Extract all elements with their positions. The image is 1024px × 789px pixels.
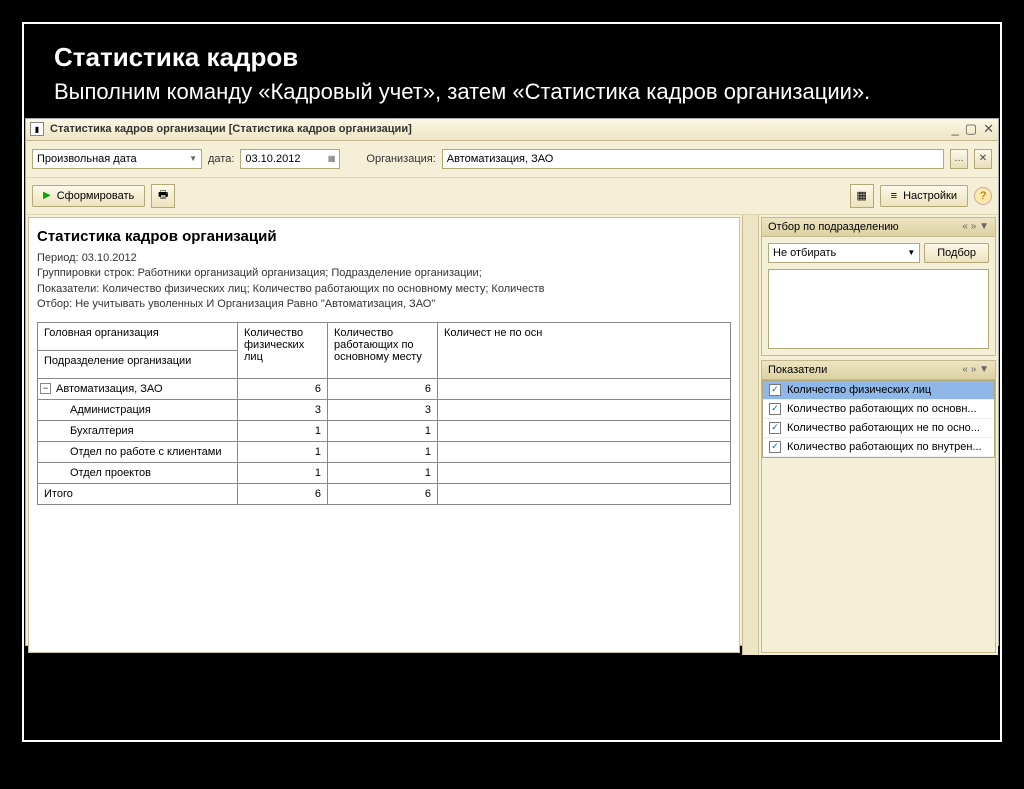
app-window: ▮ Статистика кадров организации [Статист… — [25, 118, 999, 646]
indicators-line: Показатели: Количество физических лиц; К… — [37, 282, 731, 297]
filter-line: Отбор: Не учитывать уволенных И Организа… — [37, 297, 731, 312]
panel-nav-icons[interactable]: « » ▼ — [962, 364, 989, 375]
window-title: Статистика кадров организации [Статистик… — [50, 123, 952, 135]
col-notmain: Количест не по осн — [438, 323, 731, 379]
cell: 1 — [328, 463, 438, 484]
chart-icon: ▮ — [30, 122, 44, 136]
total-label: Итого — [38, 484, 238, 505]
cell: 1 — [238, 442, 328, 463]
date-input[interactable]: 03.10.2012 ▦ — [240, 149, 340, 169]
col-main: Количество работающих по основному месту — [328, 323, 438, 379]
row-label: Бухгалтерия — [38, 421, 238, 442]
cell: 3 — [238, 400, 328, 421]
row-label: Автоматизация, ЗАО — [56, 383, 163, 395]
checkbox-icon[interactable]: ✓ — [769, 384, 781, 396]
table-total-row: Итого 6 6 — [38, 484, 731, 505]
period-type-combo[interactable]: Произвольная дата ▼ — [32, 149, 202, 169]
settings-label: Настройки — [903, 190, 957, 202]
scrollbar[interactable] — [742, 215, 758, 655]
help-button[interactable]: ? — [974, 187, 992, 205]
slide-title: Статистика кадров — [54, 42, 970, 73]
row-label: Отдел проектов — [38, 463, 238, 484]
print-button[interactable]: 🖶 — [151, 184, 175, 208]
settings-button[interactable]: ≡ Настройки — [880, 185, 968, 207]
table-row: Отдел проектов 1 1 — [38, 463, 731, 484]
indicator-label: Количество работающих по внутрен... — [787, 441, 982, 453]
row-label: Администрация — [38, 400, 238, 421]
cell: 1 — [238, 421, 328, 442]
cell: 6 — [238, 484, 328, 505]
date-value: 03.10.2012 — [245, 153, 300, 165]
date-label: дата: — [208, 153, 234, 165]
org-value[interactable] — [447, 153, 939, 165]
dept-filter-title: Отбор по подразделению — [768, 221, 899, 233]
cell: 1 — [328, 442, 438, 463]
cell: 3 — [328, 400, 438, 421]
period-line: Период: 03.10.2012 — [37, 251, 731, 266]
table-row: Отдел по работе с клиентами 1 1 — [38, 442, 731, 463]
dept-filter-panel: Отбор по подразделению « » ▼ Не отбирать… — [761, 217, 996, 356]
cell: 6 — [238, 379, 328, 400]
groupings-line: Группировки строк: Работники организаций… — [37, 266, 731, 281]
maximize-button[interactable]: ▢ — [965, 121, 977, 137]
report-pane: Статистика кадров организаций Период: 03… — [28, 217, 740, 653]
calendar-icon: ▦ — [324, 154, 336, 163]
panel-nav-icons[interactable]: « » ▼ — [962, 221, 989, 232]
slide-subtitle: Выполним команду «Кадровый учет», затем … — [54, 77, 970, 108]
cell: 6 — [328, 484, 438, 505]
org-clear-button[interactable]: ✕ — [974, 149, 992, 169]
cell — [438, 421, 731, 442]
org-label: Организация: — [366, 153, 435, 165]
play-icon: ▶ — [43, 190, 51, 201]
table-row: Бухгалтерия 1 1 — [38, 421, 731, 442]
title-bar: ▮ Статистика кадров организации [Статист… — [26, 119, 998, 141]
period-type-value: Произвольная дата — [37, 153, 137, 165]
col-physical: Количество физических лиц — [238, 323, 328, 379]
dept-filter-mode[interactable]: Не отбирать ▼ — [768, 243, 920, 263]
indicator-item[interactable]: ✓ Количество работающих не по осно... — [763, 419, 994, 438]
indicator-item[interactable]: ✓ Количество работающих по основн... — [763, 400, 994, 419]
cell: 1 — [238, 463, 328, 484]
cell — [438, 400, 731, 421]
report-table: Головная организация Количество физическ… — [37, 322, 731, 505]
table-row: Администрация 3 3 — [38, 400, 731, 421]
dept-pick-button[interactable]: Подбор — [924, 243, 989, 263]
chevron-down-icon: ▼ — [907, 248, 915, 257]
table-view-button[interactable]: ▦ — [850, 184, 874, 208]
indicators-title: Показатели — [768, 364, 827, 376]
report-title: Статистика кадров организаций — [37, 228, 731, 245]
checkbox-icon[interactable]: ✓ — [769, 403, 781, 415]
dept-filter-mode-value: Не отбирать — [773, 247, 836, 259]
org-input[interactable] — [442, 149, 944, 169]
table-row: − Автоматизация, ЗАО 6 6 — [38, 379, 731, 400]
dept-filter-list[interactable] — [768, 269, 989, 349]
indicator-item[interactable]: ✓ Количество физических лиц — [763, 381, 994, 400]
indicator-label: Количество работающих не по осно... — [787, 422, 980, 434]
checkbox-icon[interactable]: ✓ — [769, 441, 781, 453]
cell — [438, 463, 731, 484]
chevron-down-icon: ▼ — [185, 154, 197, 163]
generate-label: Сформировать — [57, 190, 135, 202]
cell — [438, 379, 731, 400]
cell — [438, 442, 731, 463]
cell: 6 — [328, 379, 438, 400]
collapse-button[interactable]: − — [40, 383, 51, 394]
gear-icon: ≡ — [891, 190, 897, 202]
col-org: Головная организация — [38, 323, 238, 351]
indicators-panel: Показатели « » ▼ ✓ Количество физических… — [761, 360, 996, 653]
dept-pick-label: Подбор — [937, 247, 976, 259]
indicator-item[interactable]: ✓ Количество работающих по внутрен... — [763, 438, 994, 457]
org-select-button[interactable]: … — [950, 149, 968, 169]
cell: 1 — [328, 421, 438, 442]
checkbox-icon[interactable]: ✓ — [769, 422, 781, 434]
cell — [438, 484, 731, 505]
row-label: Отдел по работе с клиентами — [38, 442, 238, 463]
close-button[interactable]: ✕ — [983, 121, 994, 137]
generate-button[interactable]: ▶ Сформировать — [32, 185, 145, 207]
minimize-button[interactable]: _ — [952, 121, 959, 137]
indicator-label: Количество работающих по основн... — [787, 403, 977, 415]
indicator-label: Количество физических лиц — [787, 384, 931, 396]
col-dept: Подразделение организации — [38, 351, 238, 379]
